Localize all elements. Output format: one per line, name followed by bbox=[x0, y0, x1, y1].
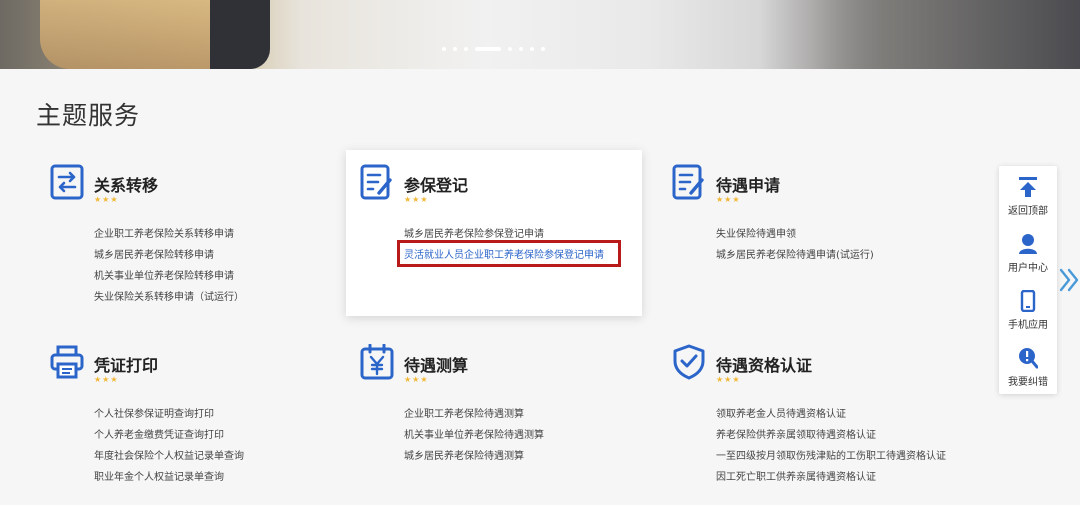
carousel-dots bbox=[442, 45, 545, 53]
card-stars: ★★★ bbox=[716, 375, 741, 384]
mobile-app-label: 手机应用 bbox=[1008, 320, 1048, 331]
card-link-list: 企业职工养老保险待遇测算 机关事业单位养老保险待遇测算 城乡居民养老保险待遇测算 bbox=[404, 404, 544, 467]
carousel-dot[interactable] bbox=[453, 47, 457, 51]
service-link[interactable]: 养老保险供养亲属领取待遇资格认证 bbox=[716, 425, 946, 446]
service-link[interactable]: 企业职工养老保险关系转移申请 bbox=[94, 224, 244, 245]
red-highlight-box bbox=[397, 240, 621, 267]
printer-icon bbox=[50, 345, 84, 379]
calculator-yen-icon bbox=[360, 344, 394, 380]
carousel-dot[interactable] bbox=[530, 47, 534, 51]
user-icon bbox=[1019, 234, 1037, 254]
carousel-dot[interactable] bbox=[508, 47, 512, 51]
carousel-dot[interactable] bbox=[464, 47, 468, 51]
carousel-dot-active[interactable] bbox=[475, 47, 501, 51]
service-link[interactable]: 因工死亡职工供养亲属待遇资格认证 bbox=[716, 467, 946, 488]
card-eligibility-certification: 待遇资格认证 ★★★ 领取养老金人员待遇资格认证 养老保险供养亲属领取待遇资格认… bbox=[658, 330, 954, 496]
back-to-top-button[interactable]: 返回顶部 bbox=[999, 166, 1057, 223]
double-chevron-right-icon[interactable] bbox=[1058, 266, 1080, 294]
hero-banner[interactable] bbox=[0, 0, 1080, 69]
card-link-list: 个人社保参保证明查询打印 个人养老金缴费凭证查询打印 年度社会保险个人权益记录单… bbox=[94, 404, 244, 488]
card-title: 待遇资格认证 bbox=[716, 356, 813, 375]
card-title: 参保登记 bbox=[404, 176, 469, 195]
card-stars: ★★★ bbox=[404, 195, 429, 204]
carousel-dot[interactable] bbox=[442, 47, 446, 51]
card-stars: ★★★ bbox=[94, 195, 119, 204]
service-link[interactable]: 机关事业单位养老保险转移申请 bbox=[94, 266, 244, 287]
user-center-button[interactable]: 用户中心 bbox=[999, 223, 1057, 280]
service-link[interactable]: 个人养老金缴费凭证查询打印 bbox=[94, 425, 244, 446]
service-link[interactable]: 机关事业单位养老保险待遇测算 bbox=[404, 425, 544, 446]
application-form-icon bbox=[672, 164, 704, 200]
error-report-icon bbox=[1019, 348, 1038, 369]
card-stars: ★★★ bbox=[94, 375, 119, 384]
banner-sleeve-image bbox=[210, 0, 270, 69]
service-link[interactable]: 城乡居民养老保险待遇测算 bbox=[404, 446, 544, 467]
card-stars: ★★★ bbox=[716, 195, 741, 204]
card-benefit-calculation: 待遇测算 ★★★ 企业职工养老保险待遇测算 机关事业单位养老保险待遇测算 城乡居… bbox=[346, 330, 642, 496]
card-link-list: 企业职工养老保险关系转移申请 城乡居民养老保险转移申请 机关事业单位养老保险转移… bbox=[94, 224, 244, 308]
carousel-dot[interactable] bbox=[541, 47, 545, 51]
service-link[interactable]: 年度社会保险个人权益记录单查询 bbox=[94, 446, 244, 467]
card-link-list: 领取养老金人员待遇资格认证 养老保险供养亲属领取待遇资格认证 一至四级按月领取伤… bbox=[716, 404, 946, 488]
service-link[interactable]: 领取养老金人员待遇资格认证 bbox=[716, 404, 946, 425]
service-link[interactable]: 城乡居民养老保险转移申请 bbox=[94, 245, 244, 266]
card-certificate-print: 凭证打印 ★★★ 个人社保参保证明查询打印 个人养老金缴费凭证查询打印 年度社会… bbox=[36, 330, 332, 496]
banner-person-image bbox=[760, 0, 1080, 69]
service-link[interactable]: 职业年金个人权益记录单查询 bbox=[94, 467, 244, 488]
arrow-up-top-icon bbox=[1019, 177, 1037, 197]
card-title: 凭证打印 bbox=[94, 356, 159, 375]
service-link[interactable]: 企业职工养老保险待遇测算 bbox=[404, 404, 544, 425]
register-form-icon bbox=[360, 164, 392, 200]
card-title: 待遇测算 bbox=[404, 356, 469, 375]
card-relation-transfer: 关系转移 ★★★ 企业职工养老保险关系转移申请 城乡居民养老保险转移申请 机关事… bbox=[36, 150, 332, 316]
shield-check-icon bbox=[673, 344, 705, 380]
card-link-list: 失业保险待遇申领 城乡居民养老保险待遇申请(试运行) bbox=[716, 224, 874, 266]
report-error-button[interactable]: 我要纠错 bbox=[999, 337, 1057, 394]
report-error-label: 我要纠错 bbox=[1008, 377, 1048, 388]
back-to-top-label: 返回顶部 bbox=[1008, 206, 1048, 217]
card-stars: ★★★ bbox=[404, 375, 429, 384]
service-link[interactable]: 失业保险关系转移申请（试运行） bbox=[94, 287, 244, 308]
service-link[interactable]: 失业保险待遇申领 bbox=[716, 224, 874, 245]
section-title: 主题服务 bbox=[36, 101, 141, 130]
card-benefit-application: 待遇申请 ★★★ 失业保险待遇申领 城乡居民养老保险待遇申请(试运行) bbox=[658, 150, 954, 316]
user-center-label: 用户中心 bbox=[1008, 263, 1048, 274]
transfer-icon bbox=[50, 164, 84, 200]
service-link[interactable]: 城乡居民养老保险待遇申请(试运行) bbox=[716, 245, 874, 266]
mobile-app-button[interactable]: 手机应用 bbox=[999, 280, 1057, 337]
service-link[interactable]: 一至四级按月领取伤残津贴的工伤职工待遇资格认证 bbox=[716, 446, 946, 467]
mobile-phone-icon bbox=[1020, 290, 1036, 312]
carousel-dot[interactable] bbox=[519, 47, 523, 51]
card-title: 关系转移 bbox=[94, 176, 159, 195]
card-insurance-registration: 参保登记 ★★★ 城乡居民养老保险参保登记申请 灵活就业人员企业职工养老保险参保… bbox=[346, 150, 642, 316]
service-link[interactable]: 个人社保参保证明查询打印 bbox=[94, 404, 244, 425]
card-title: 待遇申请 bbox=[716, 176, 781, 195]
floating-toolbar: 返回顶部 用户中心 手机应用 我要纠错 bbox=[999, 166, 1057, 394]
